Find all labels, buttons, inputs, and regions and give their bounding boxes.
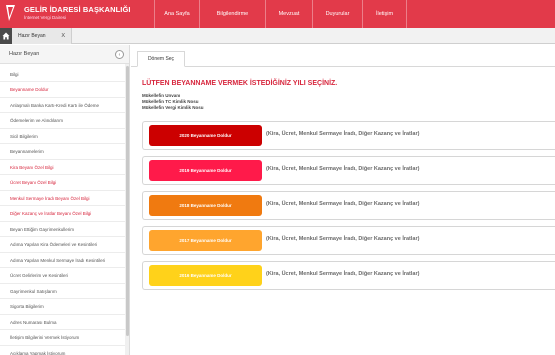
sidebar-item[interactable]: Bilgi [0,67,125,82]
nav-iletisim[interactable]: İletişim [362,0,407,28]
sidebar: Hazır Beyan ‹ Bilgi Beyanname Doldur Anlaş… [0,45,130,355]
sidebar-item[interactable]: Ücret Beyanı Özel Bilgi [0,176,125,191]
sidebar-item[interactable]: Kira Beyanı Özel Bilgi [0,160,125,175]
sidebar-scrollbar[interactable] [125,64,129,355]
fill-declaration-button[interactable]: 2020 Beyanname Doldur [149,125,262,146]
nav-mevzuat[interactable]: Mevzuat [265,0,312,28]
nav-bilgilendirme[interactable]: Bilgilendirme [199,0,265,28]
sidebar-item[interactable]: Diğer Kazanç ve İratlar Beyanı Özel Bilg… [0,207,125,222]
sidebar-header: Hazır Beyan ‹ [0,45,129,64]
year-row: 2020 Beyanname Doldur (Kira, Ücret, Menku… [142,121,555,150]
year-row: 2019 Beyanname Doldur (Kira, Ücret, Menku… [142,156,555,185]
income-types-text: (Kira, Ücret, Menkul Sermaye İradı, Diğe… [266,131,420,137]
income-types-text: (Kira, Ücret, Menkul Sermaye İradı, Diğe… [266,166,420,172]
sidebar-item[interactable]: İletişim Bilgilerini Vermek İstiyorum [0,331,125,346]
main-content: Dönem Seç LÜTFEN BEYANNAME VERMEK İSTEDİ… [131,45,555,355]
fill-declaration-button[interactable]: 2019 Beyanname Doldur [149,160,262,181]
header: GELİR İDARESİ BAŞKANLIĞI İnternet Vergi … [0,0,555,28]
fill-declaration-button[interactable]: 2016 Beyanname Doldur [149,265,262,286]
sidebar-item[interactable]: Anlaşmalı Banka Kartı-Kredi Kartı ile Öd… [0,98,125,113]
info-tc-kimlik: Mükellefin TC Kimlik Nosu [142,99,199,104]
page-heading: LÜTFEN BEYANNAME VERMEK İSTEDİĞİNİZ YILI… [142,80,338,87]
sidebar-item[interactable]: Adıma Yapılan Kira Ödemeleri ve Kesintil… [0,238,125,253]
info-unvan: Mükellefin Unvanı [142,93,181,98]
income-types-text: (Kira, Ücret, Menkul Sermaye İradı, Diğe… [266,271,420,277]
sidebar-item[interactable]: Gayrimenkul Satışlarım [0,284,125,299]
sidebar-item[interactable]: Beyannamelerim [0,145,125,160]
info-vergi-kimlik: Mükellefin Vergi Kimlik Nosu [142,105,204,110]
app: GELİR İDARESİ BAŞKANLIĞI İnternet Vergi … [0,0,555,355]
tab-bar: Hazır Beyan X [0,28,555,44]
sidebar-item[interactable]: Beyan Ettiğim Gayrimenkullerim [0,222,125,237]
fill-declaration-button[interactable]: 2018 Beyanname Doldur [149,195,262,216]
home-icon [2,32,10,40]
gib-logo-icon [6,5,15,21]
sidebar-item[interactable]: Menkul Sermaye İradı Beyanı Özel Bilgi [0,191,125,206]
sidebar-item[interactable]: Açıklama Yapmak İstiyorum [0,346,125,355]
sidebar-scroll-thumb[interactable] [126,66,129,336]
sidebar-item[interactable]: Adres Numarası Bulma [0,315,125,330]
home-button[interactable] [0,28,12,44]
sidebar-item[interactable]: Ödemelerim ve Alındılarım [0,114,125,129]
tab-divider [131,66,555,67]
income-types-text: (Kira, Ücret, Menkul Sermaye İradı, Diğe… [266,236,420,242]
year-row: 2018 Beyanname Doldur (Kira, Ücret, Menku… [142,191,555,220]
sidebar-item[interactable]: Ücret Gelirlerim ve Kesintileri [0,269,125,284]
close-tab-button[interactable]: X [61,33,65,39]
tab-hazir-beyan[interactable]: Hazır Beyan X [12,28,72,44]
nav-duyurular[interactable]: Duyurular [312,0,362,28]
fill-declaration-button[interactable]: 2017 Beyanname Doldur [149,230,262,251]
brand-subtitle: İnternet Vergi Dairesi [24,15,67,20]
sidebar-item[interactable]: Beyanname Doldur [0,83,125,98]
income-types-text: (Kira, Ücret, Menkul Sermaye İradı, Diğe… [266,201,420,207]
year-row: 2016 Beyanname Doldur (Kira, Ücret, Menku… [142,261,555,290]
sidebar-item[interactable]: Sigorta Bilgilerim [0,300,125,315]
brand-title: GELİR İDARESİ BAŞKANLIĞI [24,5,131,14]
sidebar-item[interactable]: Sicil Bilgilerim [0,129,125,144]
tab-label: Hazır Beyan [18,33,46,39]
year-row: 2017 Beyanname Doldur (Kira, Ücret, Menku… [142,226,555,255]
sidebar-title: Hazır Beyan [9,51,40,57]
nav-ana-sayfa[interactable]: Ana Sayfa [154,0,199,28]
tab-donem-sec[interactable]: Dönem Seç [137,51,185,67]
sidebar-item[interactable]: Adıma Yapılan Menkul Sermaye İradı Kesin… [0,253,125,268]
collapse-sidebar-button[interactable]: ‹ [115,50,124,59]
